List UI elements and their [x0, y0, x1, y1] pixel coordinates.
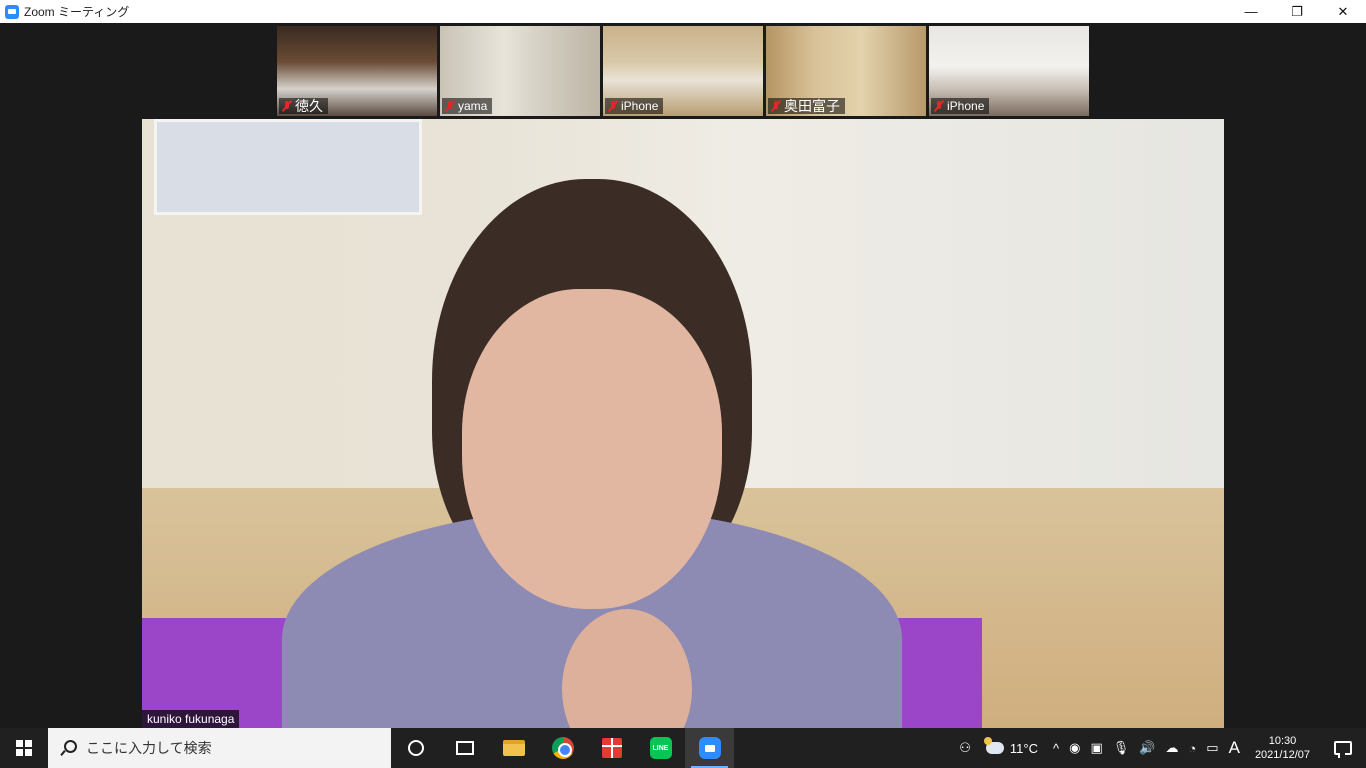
speaker-figure: [282, 179, 902, 728]
participant-name: iPhone: [621, 99, 659, 113]
minimize-button[interactable]: —: [1228, 0, 1274, 23]
network-status-icon[interactable]: ▣: [1085, 728, 1107, 768]
muted-mic-icon: [445, 100, 455, 112]
active-speaker-name: kuniko fukunaga: [142, 710, 240, 728]
participant-thumbnail[interactable]: iPhone: [929, 26, 1089, 116]
file-explorer-icon: [502, 740, 525, 756]
participant-label: 奥田富子: [768, 98, 845, 114]
temperature: 11°C: [1009, 740, 1038, 756]
participant-thumbnails: 徳久 yama iPhone 奥田富子 iPhone: [277, 26, 1089, 116]
onedrive-cloud-icon[interactable]: ☁: [1160, 728, 1183, 768]
participant-thumbnail[interactable]: yama: [440, 26, 600, 116]
system-tray: ⚇ 11°C ^ ◉ ▣ 🎙 🔊 ☁ ◔ ▭ A 10:30 2021/12/0…: [954, 728, 1366, 768]
zoom-icon: [698, 737, 721, 759]
speaker-face: [462, 289, 722, 609]
clock-date: 2021/12/07: [1254, 749, 1310, 761]
battery-icon[interactable]: ▭: [1201, 728, 1223, 768]
zoom-app-icon: [5, 4, 19, 19]
participant-thumbnail[interactable]: 奥田富子: [766, 26, 926, 116]
action-center-button[interactable]: [1320, 728, 1366, 768]
line-app-button[interactable]: LINE: [636, 728, 685, 768]
participant-thumbnail[interactable]: iPhone: [603, 26, 763, 116]
participant-thumbnail[interactable]: 徳久: [277, 26, 437, 116]
taskbar-clock[interactable]: 10:30 2021/12/07: [1245, 734, 1320, 762]
search-icon: [60, 740, 77, 756]
close-button[interactable]: ✕: [1320, 0, 1366, 23]
show-hidden-icons-chevron-icon[interactable]: ^: [1048, 728, 1064, 768]
taskbar: ここに入力して検索 LINE ⚇ 11°C ^ ◉ ▣ 🎙 🔊 ☁ ◔ ▭ A …: [0, 728, 1366, 768]
weather-widget[interactable]: 11°C: [976, 728, 1048, 768]
participant-label: iPhone: [931, 98, 990, 114]
participant-label: 徳久: [279, 98, 328, 114]
weather-cloud-icon: [983, 737, 1004, 754]
microphone-icon[interactable]: 🎙: [1108, 728, 1135, 768]
taskbar-search-box[interactable]: ここに入力して検索: [48, 728, 391, 768]
participant-label: iPhone: [605, 98, 664, 114]
zoom-app-button[interactable]: [685, 728, 734, 768]
chrome-icon: [551, 737, 574, 759]
windows-logo-icon: [16, 740, 32, 756]
muted-mic-icon: [771, 100, 781, 112]
line-icon: LINE: [649, 737, 672, 759]
chrome-button[interactable]: [538, 728, 587, 768]
clock-time: 10:30: [1268, 735, 1297, 747]
camera-icon[interactable]: ◉: [1064, 728, 1085, 768]
gift-icon: [601, 738, 622, 758]
wifi-icon[interactable]: ◔: [1183, 728, 1201, 768]
active-speaker-video[interactable]: [142, 119, 1224, 728]
participant-name: 奥田富子: [784, 98, 840, 114]
task-view-button[interactable]: [440, 728, 489, 768]
muted-mic-icon: [282, 100, 292, 112]
window-controls: — ❐ ✕: [1228, 0, 1366, 23]
ime-mode-indicator[interactable]: A: [1224, 728, 1245, 768]
volume-icon[interactable]: 🔊: [1134, 728, 1160, 768]
participant-name: yama: [458, 99, 488, 113]
muted-mic-icon: [934, 100, 944, 112]
restore-button[interactable]: ❐: [1274, 0, 1320, 23]
meeting-area: 徳久 yama iPhone 奥田富子 iPhone kuniko fukuna…: [0, 23, 1366, 728]
gift-app-button[interactable]: [587, 728, 636, 768]
participant-name: iPhone: [947, 99, 985, 113]
people-icon[interactable]: ⚇: [954, 728, 976, 768]
participant-name: 徳久: [295, 98, 323, 114]
start-button[interactable]: [0, 728, 48, 768]
task-view-icon: [455, 741, 474, 755]
cortana-button[interactable]: [391, 728, 440, 768]
muted-mic-icon: [608, 100, 618, 112]
cortana-icon: [407, 740, 424, 756]
search-placeholder: ここに入力して検索: [86, 740, 212, 756]
participant-label: yama: [442, 98, 493, 114]
window-title: Zoom ミーティング: [24, 5, 130, 19]
title-bar: Zoom ミーティング — ❐ ✕: [0, 0, 1366, 23]
notification-icon: [1334, 741, 1352, 758]
file-explorer-button[interactable]: [489, 728, 538, 768]
